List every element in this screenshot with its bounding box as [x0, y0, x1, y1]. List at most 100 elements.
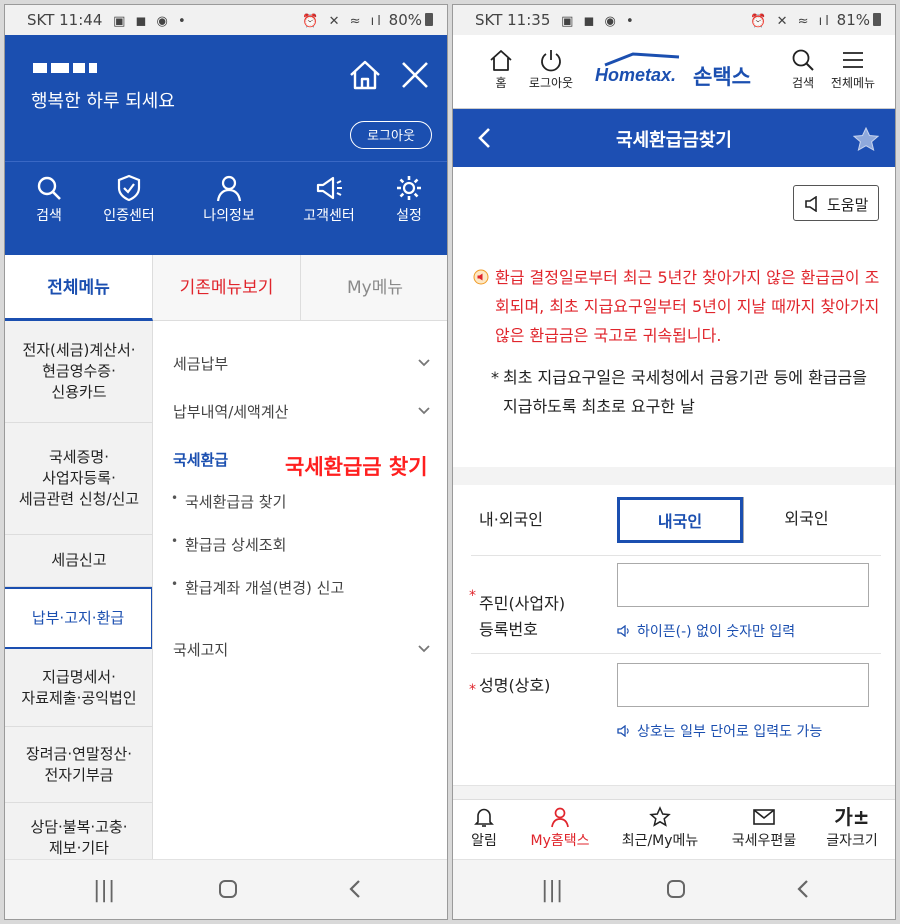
clock: 11:35: [507, 11, 551, 29]
envelope-icon: [753, 809, 775, 825]
id-number-hint: 하이픈(-) 없이 숫자만 입력: [617, 621, 795, 641]
status-bar: SKT 11:44 ▣ ◼ ◉ • ⏰ ✕ ≈ ıl 80%: [5, 5, 447, 35]
tab-my-menu[interactable]: My메뉴: [301, 255, 447, 321]
logout-button[interactable]: 로그아웃: [523, 47, 579, 91]
category-item[interactable]: 지급명세서· 자료제출·공익법인: [5, 649, 152, 727]
search-icon: [792, 49, 814, 71]
category-item[interactable]: 상담·불복·고충· 제보·기타: [5, 803, 152, 861]
all-menu-label: 전체메뉴: [830, 76, 876, 90]
domestic-option[interactable]: 내국인: [617, 497, 743, 543]
speaker-icon: [805, 196, 817, 212]
tab-my-hometax[interactable]: My홈택스: [515, 806, 605, 850]
font-size-icon: 가±: [834, 805, 870, 829]
notification-icons: ▣ ◼ ◉ •: [113, 14, 189, 29]
signal-icons: ⏰ ✕ ≈ ıl: [750, 14, 832, 29]
android-nav-bar: |||: [5, 859, 447, 919]
category-item[interactable]: 국세증명· 사업자등록· 세금관련 신청/신고: [5, 423, 152, 535]
hamburger-icon: [843, 52, 863, 68]
quick-settings[interactable]: 설정: [369, 173, 447, 225]
close-icon[interactable]: [397, 57, 433, 93]
quick-customer-center[interactable]: 고객센터: [289, 173, 369, 225]
recent-apps-icon[interactable]: |||: [541, 878, 563, 903]
foreign-option[interactable]: 외국인: [743, 497, 869, 543]
app-topbar: 홈 로그아웃 Hometax. 손택스 검색 전체메뉴: [453, 35, 895, 109]
submenu-refund-find[interactable]: 국세환급금 찾기: [171, 491, 286, 512]
all-menu-button[interactable]: 전체메뉴: [823, 47, 883, 91]
battery-level: 80%: [388, 11, 422, 29]
page-titlebar: 국세환급금찾기: [453, 109, 895, 167]
tab-classic-menu[interactable]: 기존메뉴보기: [153, 255, 301, 321]
signal-icons: ⏰ ✕ ≈ ıl: [302, 14, 384, 29]
help-button[interactable]: 도움말: [793, 185, 879, 221]
section-divider: [453, 467, 895, 485]
submenu-item[interactable]: 세금납부: [173, 353, 433, 374]
notice-text: 환급 결정일로부터 최근 5년간 찾아가지 않은 환급금이 조회되며, 최초 지…: [495, 268, 880, 345]
home-icon: [490, 50, 512, 71]
tab-label: 국세우편물: [731, 833, 797, 849]
home-button[interactable]: 홈: [473, 47, 529, 91]
tab-label: 알림: [471, 833, 497, 849]
hint-speaker-icon: [617, 725, 629, 737]
quick-label: 인증센터: [103, 208, 155, 224]
chevron-down-icon: [418, 359, 430, 367]
quick-search[interactable]: 검색: [9, 173, 89, 225]
quick-cert-center[interactable]: 인증센터: [89, 173, 169, 225]
quick-my-info[interactable]: 나의정보: [189, 173, 269, 225]
category-item[interactable]: 세금신고: [5, 535, 152, 587]
header-divider: [5, 161, 447, 162]
bottom-tab-bar: 알림 My홈택스 최근/My메뉴 국세우편물 가± 글자크기: [453, 799, 895, 861]
status-left: SKT 11:44 ▣ ◼ ◉ •: [27, 11, 189, 29]
home-button-icon[interactable]: [665, 878, 687, 906]
status-bar: SKT 11:35 ▣ ◼ ◉ • ⏰ ✕ ≈ ıl 81%: [453, 5, 895, 35]
submenu-refund-detail[interactable]: 환급금 상세조회: [171, 534, 286, 555]
tab-label: 글자크기: [826, 833, 878, 849]
category-item[interactable]: 전자(세금)계산서· 현금영수증· 신용카드: [5, 321, 152, 423]
menu-tabs: 전체메뉴 기존메뉴보기 My메뉴: [5, 255, 447, 321]
hometax-logo[interactable]: Hometax. 손택스: [591, 51, 771, 91]
quick-label: 나의정보: [203, 208, 255, 224]
star-icon: [649, 806, 671, 827]
tab-font-size[interactable]: 가± 글자크기: [807, 805, 895, 850]
submenu-label: 세금납부: [173, 355, 229, 373]
page-title: 국세환급금찾기: [616, 130, 732, 151]
status-left: SKT 11:35 ▣ ◼ ◉ •: [475, 11, 637, 29]
phone-right: SKT 11:35 ▣ ◼ ◉ • ⏰ ✕ ≈ ıl 81% 홈 로그아웃 Ho…: [452, 4, 896, 920]
carrier: SKT: [475, 11, 503, 29]
quick-label: 설정: [396, 208, 422, 224]
greeting-text: 행복한 하루 되세요: [31, 91, 175, 112]
tab-recent-my-menu[interactable]: 최근/My메뉴: [615, 806, 705, 850]
note-text: 최초 지급요구일은 국세청에서 금융기관 등에 환급금을 지급하도록 최초로 요…: [503, 368, 867, 416]
bell-icon: [474, 808, 494, 827]
name-hint-text: 상호는 일부 단어로 입력도 가능: [637, 724, 823, 740]
recent-apps-icon[interactable]: |||: [93, 878, 115, 903]
back-icon[interactable]: [347, 878, 363, 906]
category-item[interactable]: 장려금·연말정산· 전자기부금: [5, 727, 152, 803]
home-button-icon[interactable]: [217, 878, 239, 906]
category-item-active[interactable]: 납부·고지·환급: [5, 587, 152, 649]
annotation-label: 국세환급금 찾기: [281, 449, 432, 483]
logout-button[interactable]: 로그아웃: [350, 121, 432, 149]
submenu-item[interactable]: 국세고지: [173, 639, 433, 660]
chevron-down-icon: [418, 645, 430, 653]
android-nav-bar: |||: [453, 859, 895, 919]
name-label: * 성명(상호): [469, 673, 550, 699]
battery-icon: [873, 13, 881, 26]
submenu-label: 국세환급: [173, 451, 229, 469]
battery-icon: [425, 13, 433, 26]
favorite-star-icon[interactable]: [853, 127, 879, 151]
search-label: 검색: [791, 76, 815, 90]
hint-speaker-icon: [617, 625, 629, 637]
submenu-item[interactable]: 납부내역/세액계산: [173, 401, 433, 422]
tab-tax-mail[interactable]: 국세우편물: [719, 806, 809, 850]
back-icon[interactable]: [795, 878, 811, 906]
tab-all-menu[interactable]: 전체메뉴: [5, 255, 153, 321]
logo-text-ko: 손택스: [693, 65, 751, 89]
power-icon: [541, 50, 561, 72]
home-icon[interactable]: [345, 55, 385, 95]
home-label: 홈: [495, 76, 507, 90]
shield-check-icon: [117, 174, 141, 202]
clock: 11:44: [59, 11, 103, 29]
name-input[interactable]: [617, 663, 869, 707]
id-number-input[interactable]: [617, 563, 869, 607]
submenu-refund-account[interactable]: 환급계좌 개설(변경) 신고: [171, 577, 344, 598]
